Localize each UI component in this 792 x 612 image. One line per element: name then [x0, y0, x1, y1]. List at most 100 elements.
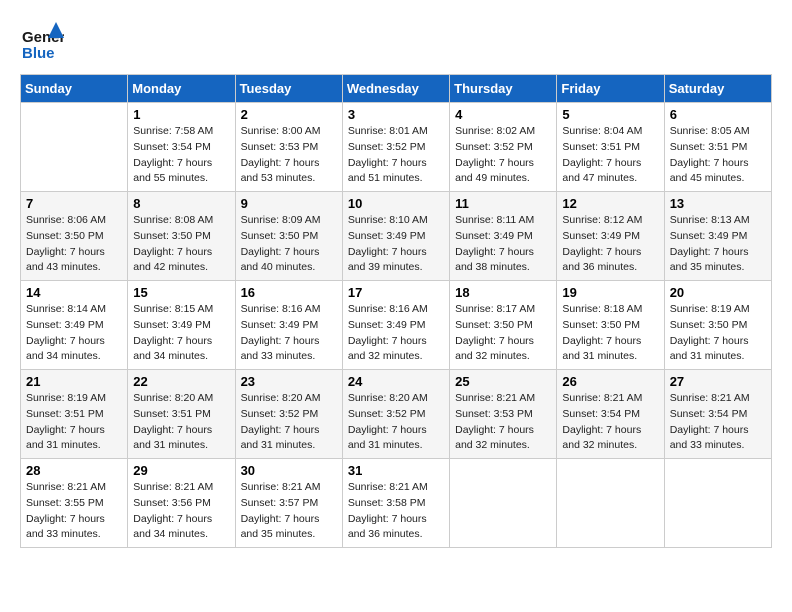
- cell-info: Sunrise: 8:21 AMSunset: 3:57 PMDaylight:…: [241, 480, 337, 543]
- cell-info: Sunrise: 8:21 AMSunset: 3:54 PMDaylight:…: [670, 391, 766, 454]
- calendar-table: SundayMondayTuesdayWednesdayThursdayFrid…: [20, 74, 772, 548]
- day-cell: [21, 103, 128, 192]
- cell-info: Sunrise: 8:21 AMSunset: 3:58 PMDaylight:…: [348, 480, 444, 543]
- day-number: 24: [348, 374, 444, 389]
- col-header-friday: Friday: [557, 75, 664, 103]
- cell-info: Sunrise: 8:01 AMSunset: 3:52 PMDaylight:…: [348, 124, 444, 187]
- day-number: 3: [348, 107, 444, 122]
- cell-info: Sunrise: 8:14 AMSunset: 3:49 PMDaylight:…: [26, 302, 122, 365]
- week-row-3: 14 Sunrise: 8:14 AMSunset: 3:49 PMDayligh…: [21, 281, 772, 370]
- day-cell: 21 Sunrise: 8:19 AMSunset: 3:51 PMDayligh…: [21, 370, 128, 459]
- day-number: 23: [241, 374, 337, 389]
- cell-info: Sunrise: 8:20 AMSunset: 3:52 PMDaylight:…: [348, 391, 444, 454]
- calendar-header-row: SundayMondayTuesdayWednesdayThursdayFrid…: [21, 75, 772, 103]
- day-cell: 10Sunrise: 8:10 AMSunset: 3:49 PMDayligh…: [342, 192, 449, 281]
- day-cell: 13 Sunrise: 8:13 AMSunset: 3:49 PMDayligh…: [664, 192, 771, 281]
- day-cell: 23 Sunrise: 8:20 AMSunset: 3:52 PMDayligh…: [235, 370, 342, 459]
- cell-info: Sunrise: 8:21 AMSunset: 3:56 PMDaylight:…: [133, 480, 229, 543]
- cell-info: Sunrise: 8:16 AMSunset: 3:49 PMDaylight:…: [348, 302, 444, 365]
- day-cell: 19 Sunrise: 8:18 AMSunset: 3:50 PMDayligh…: [557, 281, 664, 370]
- cell-info: Sunrise: 8:05 AMSunset: 3:51 PMDaylight:…: [670, 124, 766, 187]
- day-cell: 11 Sunrise: 8:11 AMSunset: 3:49 PMDayligh…: [450, 192, 557, 281]
- day-number: 29: [133, 463, 229, 478]
- page-header: General Blue: [20, 20, 772, 64]
- cell-info: Sunrise: 8:20 AMSunset: 3:52 PMDaylight:…: [241, 391, 337, 454]
- cell-info: Sunrise: 8:16 AMSunset: 3:49 PMDaylight:…: [241, 302, 337, 365]
- day-cell: 12Sunrise: 8:12 AMSunset: 3:49 PMDayligh…: [557, 192, 664, 281]
- day-number: 14: [26, 285, 122, 300]
- day-cell: 25 Sunrise: 8:21 AMSunset: 3:53 PMDayligh…: [450, 370, 557, 459]
- day-number: 12: [562, 196, 658, 211]
- day-cell: 4 Sunrise: 8:02 AMSunset: 3:52 PMDaylight…: [450, 103, 557, 192]
- col-header-saturday: Saturday: [664, 75, 771, 103]
- day-cell: [450, 459, 557, 548]
- cell-info: Sunrise: 8:04 AMSunset: 3:51 PMDaylight:…: [562, 124, 658, 187]
- day-cell: 28 Sunrise: 8:21 AMSunset: 3:55 PMDayligh…: [21, 459, 128, 548]
- cell-info: Sunrise: 8:17 AMSunset: 3:50 PMDaylight:…: [455, 302, 551, 365]
- day-cell: 17 Sunrise: 8:16 AMSunset: 3:49 PMDayligh…: [342, 281, 449, 370]
- day-cell: 18 Sunrise: 8:17 AMSunset: 3:50 PMDayligh…: [450, 281, 557, 370]
- cell-info: Sunrise: 8:19 AMSunset: 3:50 PMDaylight:…: [670, 302, 766, 365]
- day-number: 7: [26, 196, 122, 211]
- day-number: 1: [133, 107, 229, 122]
- week-row-4: 21 Sunrise: 8:19 AMSunset: 3:51 PMDayligh…: [21, 370, 772, 459]
- day-cell: 31 Sunrise: 8:21 AMSunset: 3:58 PMDayligh…: [342, 459, 449, 548]
- day-number: 19: [562, 285, 658, 300]
- day-number: 25: [455, 374, 551, 389]
- day-number: 27: [670, 374, 766, 389]
- day-number: 2: [241, 107, 337, 122]
- cell-info: Sunrise: 8:02 AMSunset: 3:52 PMDaylight:…: [455, 124, 551, 187]
- cell-info: Sunrise: 8:11 AMSunset: 3:49 PMDaylight:…: [455, 213, 551, 276]
- day-cell: 5Sunrise: 8:04 AMSunset: 3:51 PMDaylight…: [557, 103, 664, 192]
- day-cell: 3 Sunrise: 8:01 AMSunset: 3:52 PMDaylight…: [342, 103, 449, 192]
- cell-info: Sunrise: 8:09 AMSunset: 3:50 PMDaylight:…: [241, 213, 337, 276]
- day-cell: 29 Sunrise: 8:21 AMSunset: 3:56 PMDayligh…: [128, 459, 235, 548]
- cell-info: Sunrise: 7:58 AMSunset: 3:54 PMDaylight:…: [133, 124, 229, 187]
- logo-icon: General Blue: [20, 20, 64, 64]
- cell-info: Sunrise: 8:21 AMSunset: 3:53 PMDaylight:…: [455, 391, 551, 454]
- cell-info: Sunrise: 8:18 AMSunset: 3:50 PMDaylight:…: [562, 302, 658, 365]
- day-cell: 30 Sunrise: 8:21 AMSunset: 3:57 PMDayligh…: [235, 459, 342, 548]
- day-cell: 26 Sunrise: 8:21 AMSunset: 3:54 PMDayligh…: [557, 370, 664, 459]
- day-cell: 24 Sunrise: 8:20 AMSunset: 3:52 PMDayligh…: [342, 370, 449, 459]
- day-number: 31: [348, 463, 444, 478]
- day-number: 11: [455, 196, 551, 211]
- cell-info: Sunrise: 8:13 AMSunset: 3:49 PMDaylight:…: [670, 213, 766, 276]
- day-cell: 20 Sunrise: 8:19 AMSunset: 3:50 PMDayligh…: [664, 281, 771, 370]
- cell-info: Sunrise: 8:15 AMSunset: 3:49 PMDaylight:…: [133, 302, 229, 365]
- cell-info: Sunrise: 8:08 AMSunset: 3:50 PMDaylight:…: [133, 213, 229, 276]
- day-number: 4: [455, 107, 551, 122]
- cell-info: Sunrise: 8:20 AMSunset: 3:51 PMDaylight:…: [133, 391, 229, 454]
- week-row-5: 28 Sunrise: 8:21 AMSunset: 3:55 PMDayligh…: [21, 459, 772, 548]
- day-cell: 8 Sunrise: 8:08 AMSunset: 3:50 PMDaylight…: [128, 192, 235, 281]
- cell-info: Sunrise: 8:00 AMSunset: 3:53 PMDaylight:…: [241, 124, 337, 187]
- day-number: 18: [455, 285, 551, 300]
- day-number: 16: [241, 285, 337, 300]
- day-number: 30: [241, 463, 337, 478]
- day-number: 22: [133, 374, 229, 389]
- day-number: 28: [26, 463, 122, 478]
- day-cell: 14 Sunrise: 8:14 AMSunset: 3:49 PMDayligh…: [21, 281, 128, 370]
- day-cell: 6Sunrise: 8:05 AMSunset: 3:51 PMDaylight…: [664, 103, 771, 192]
- day-number: 26: [562, 374, 658, 389]
- day-number: 8: [133, 196, 229, 211]
- day-number: 17: [348, 285, 444, 300]
- day-number: 15: [133, 285, 229, 300]
- cell-info: Sunrise: 8:21 AMSunset: 3:54 PMDaylight:…: [562, 391, 658, 454]
- day-number: 21: [26, 374, 122, 389]
- day-number: 10: [348, 196, 444, 211]
- day-number: 13: [670, 196, 766, 211]
- day-cell: 22 Sunrise: 8:20 AMSunset: 3:51 PMDayligh…: [128, 370, 235, 459]
- day-number: 20: [670, 285, 766, 300]
- day-cell: [664, 459, 771, 548]
- svg-text:Blue: Blue: [22, 45, 55, 62]
- col-header-sunday: Sunday: [21, 75, 128, 103]
- day-cell: [557, 459, 664, 548]
- logo: General Blue: [20, 20, 64, 64]
- day-cell: 7Sunrise: 8:06 AMSunset: 3:50 PMDaylight…: [21, 192, 128, 281]
- cell-info: Sunrise: 8:19 AMSunset: 3:51 PMDaylight:…: [26, 391, 122, 454]
- cell-info: Sunrise: 8:21 AMSunset: 3:55 PMDaylight:…: [26, 480, 122, 543]
- week-row-1: 1 Sunrise: 7:58 AMSunset: 3:54 PMDaylight…: [21, 103, 772, 192]
- day-cell: 27 Sunrise: 8:21 AMSunset: 3:54 PMDayligh…: [664, 370, 771, 459]
- day-number: 9: [241, 196, 337, 211]
